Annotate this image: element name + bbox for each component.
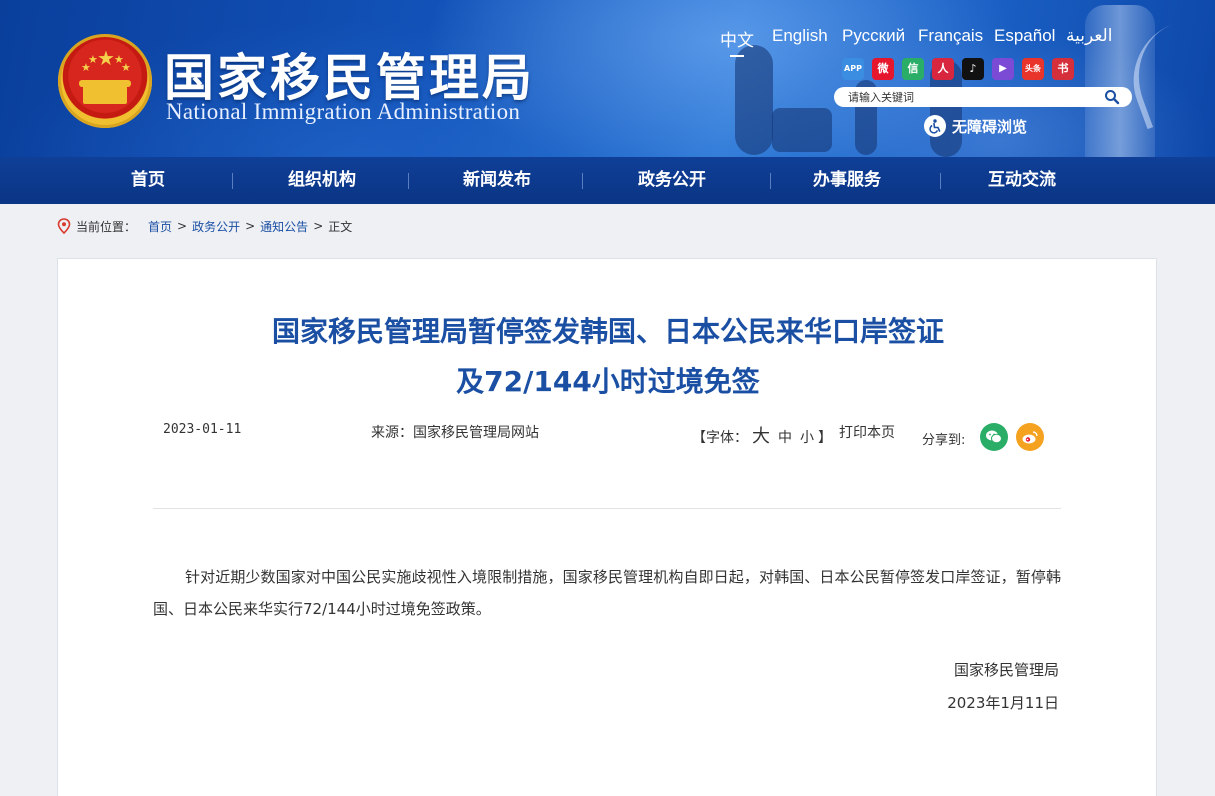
breadcrumb: 当前位置： 首页 > 政务公开 > 通知公告 > 正文 [57,216,352,236]
nav-organization[interactable]: 组织机构 [234,157,410,204]
accessibility-link[interactable]: 无障碍浏览 [924,114,1027,138]
location-pin-icon [57,218,71,235]
lang-english[interactable]: English [772,26,828,46]
nav-news[interactable]: 新闻发布 [409,157,585,204]
article-panel: 国家移民管理局暂停签发韩国、日本公民来华口岸签证 及72/144小时过境免签 2… [57,258,1157,796]
weibo-icon[interactable]: 微 [872,58,894,80]
people-daily-icon[interactable]: 人 [932,58,954,80]
font-label-close: 】 [818,430,832,446]
breadcrumb-prefix: 当前位置： [76,219,137,234]
signature-date: 2023年1月11日 [947,694,1059,712]
font-label-open: 【字体： [692,430,748,446]
share-label: 分享到: [922,433,966,448]
main-nav: 首页 组织机构 新闻发布 政务公开 办事服务 互动交流 [0,157,1215,204]
lang-spanish[interactable]: Español [994,26,1055,46]
wechat-icon[interactable]: 信 [902,58,924,80]
share-weibo-icon[interactable] [1016,423,1044,451]
article-source: 来源：国家移民管理局网站 [371,425,539,441]
nav-government-affairs[interactable]: 政务公开 [584,157,760,204]
lang-french[interactable]: Français [918,26,983,46]
breadcrumb-government-affairs[interactable]: 政务公开 [192,218,240,235]
breadcrumb-notices[interactable]: 通知公告 [260,218,308,235]
breadcrumb-separator: > [313,219,324,233]
search-box [834,87,1132,107]
font-large-button[interactable]: 大 [752,426,770,447]
site-header: ★ ★ ★ ★ ★ 国家移民管理局 National Immigration A… [0,0,1215,157]
lang-arabic[interactable]: العربية [1066,26,1112,46]
national-emblem-logo[interactable]: ★ ★ ★ ★ ★ [58,34,152,128]
breadcrumb-separator: > [245,219,256,233]
nav-home[interactable]: 首页 [60,157,236,204]
share-wechat-icon[interactable] [980,423,1008,451]
font-small-button[interactable]: 小 [800,430,814,446]
search-icon[interactable] [1104,89,1120,105]
nav-interaction[interactable]: 互动交流 [934,157,1110,204]
toutiao-icon[interactable]: 头条 [1022,58,1044,80]
article-date: 2023-01-11 [163,422,242,437]
kuaishou-icon[interactable]: ▶ [992,58,1014,80]
xiaohongshu-icon[interactable]: 书 [1052,58,1074,80]
meta-divider [153,508,1061,509]
nav-divider [232,173,233,189]
lang-chinese[interactable]: 中文 [720,26,754,57]
traveler-silhouette [772,108,832,152]
lang-russian[interactable]: Русский [842,26,905,46]
article-title-line1: 国家移民管理局暂停签发韩国、日本公民来华口岸签证 [271,315,944,348]
font-size-control: 【字体：大中小】 [692,422,832,448]
font-medium-button[interactable]: 中 [778,430,792,446]
breadcrumb-separator: > [177,219,188,233]
search-input[interactable] [848,90,1098,104]
article-title: 国家移民管理局暂停签发韩国、日本公民来华口岸签证 及72/144小时过境免签 [58,307,1158,407]
douyin-icon[interactable]: ♪ [962,58,984,80]
signature-organization: 国家移民管理局 [953,661,1059,679]
app-icon[interactable]: APP [842,58,864,80]
accessibility-label: 无障碍浏览 [952,117,1028,136]
traveler-silhouette [735,45,773,155]
wheelchair-icon [924,115,946,137]
article-body: 针对近期少数国家对中国公民实施歧视性入境限制措施，国家移民管理机构自即日起，对韩… [153,568,1061,618]
nav-services[interactable]: 办事服务 [759,157,935,204]
breadcrumb-current: 正文 [328,219,353,234]
nav-divider [582,173,583,189]
print-button[interactable]: 打印本页 [839,422,895,442]
breadcrumb-home[interactable]: 首页 [148,218,172,235]
site-subtitle: National Immigration Administration [166,99,521,124]
article-title-line2: 及72/144小时过境免签 [456,365,760,398]
